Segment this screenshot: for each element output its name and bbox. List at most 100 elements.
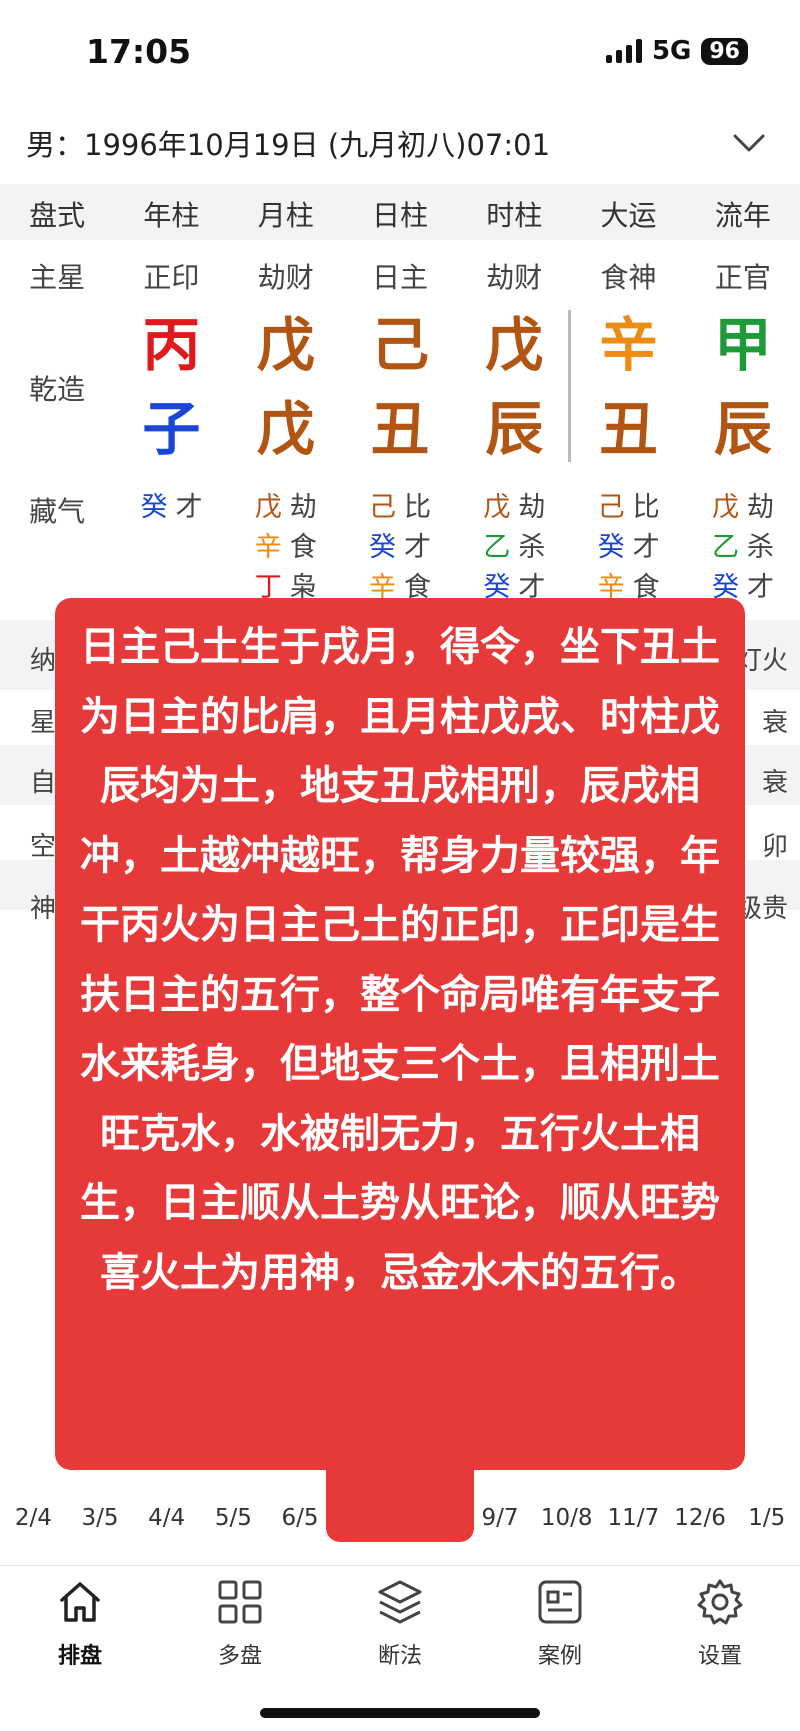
- hidden-stem-god: 才: [175, 492, 203, 523]
- home-icon: [60, 1582, 100, 1622]
- table-header-row: 盘式 年柱 月柱 日柱 时柱 大运 流年: [0, 194, 800, 234]
- battery-icon: 96: [701, 37, 748, 65]
- grid-icon: [218, 1580, 262, 1624]
- layers-icon: [378, 1580, 422, 1624]
- tab-label: 设置: [697, 1644, 742, 1669]
- row-value: 衰: [761, 768, 788, 798]
- header-cell: 盘式: [29, 199, 86, 232]
- tab-anli[interactable]: 案例: [480, 1566, 640, 1731]
- header-cell: 大运: [600, 199, 657, 232]
- header-cell: 年柱: [143, 199, 200, 232]
- tab-label: 断法: [377, 1644, 422, 1669]
- earthly-branch[interactable]: 辰: [457, 400, 571, 458]
- tab-label: 多盘: [217, 1644, 262, 1669]
- hidden-stem-column: 戊劫辛食丁枭: [229, 488, 343, 608]
- hidden-stem-column: 戊劫乙杀癸才: [686, 488, 800, 608]
- hidden-stem-god: 比: [404, 492, 432, 523]
- hidden-stem-entry: 癸才: [572, 528, 686, 568]
- home-indicator: [260, 1708, 540, 1718]
- main-star-row: 主星 正印 劫财 日主 劫财 食神 正官: [0, 256, 800, 296]
- branch-row: 子 戊 丑 辰 丑 辰: [0, 400, 800, 458]
- hidden-stem-god: 杀: [746, 532, 774, 563]
- heavenly-stem[interactable]: 己: [343, 316, 457, 374]
- row-label: 纳: [30, 646, 57, 676]
- hidden-stem-char: 乙: [711, 532, 739, 563]
- row-value: 卯: [761, 832, 788, 862]
- column-divider: [568, 310, 571, 462]
- card-icon: [538, 1580, 582, 1624]
- main-star: 正官: [714, 261, 771, 294]
- row-label: 自: [30, 768, 57, 798]
- hidden-stem-god: 比: [632, 492, 660, 523]
- row-value: 衰: [761, 708, 788, 738]
- main-star: 劫财: [257, 261, 314, 294]
- tab-paipan[interactable]: 排盘: [0, 1566, 160, 1731]
- hidden-stem-entry: 癸才: [114, 488, 228, 528]
- earthly-branch[interactable]: 丑: [343, 400, 457, 458]
- date-cell: 12/6: [674, 1505, 726, 1531]
- hidden-stem-god: 劫: [289, 492, 317, 523]
- hidden-stem-char: 戊: [711, 492, 739, 523]
- heavenly-stem[interactable]: 辛: [571, 316, 685, 374]
- header-cell: 日柱: [371, 199, 428, 232]
- date-cell: 4/4: [148, 1505, 186, 1531]
- heavenly-stem[interactable]: 甲: [686, 316, 800, 374]
- tab-duopan[interactable]: 多盘: [160, 1566, 320, 1731]
- hidden-stem-char: 辛: [254, 532, 282, 563]
- tab-label: 案例: [537, 1644, 582, 1669]
- date-cell: 2/4: [14, 1505, 52, 1531]
- date-cell: 10/8: [540, 1505, 593, 1531]
- hidden-stem-entry: 戊劫: [457, 488, 571, 528]
- row-label: 主星: [29, 261, 86, 294]
- hidden-stem-entry: 乙杀: [686, 528, 800, 568]
- hidden-stem-char: 戊: [483, 492, 511, 523]
- hidden-stem-char: 戊: [254, 492, 282, 523]
- date-cell: [333, 1505, 400, 1565]
- status-time: 17:05: [86, 32, 192, 71]
- hidden-stem-god: 才: [746, 572, 774, 603]
- hidden-stem-god: 才: [632, 532, 660, 563]
- hidden-stem-entry: 己比: [343, 488, 457, 528]
- hidden-stem-column: 己比癸才辛食: [572, 488, 686, 608]
- tab-label: 排盘: [57, 1644, 102, 1669]
- hidden-stem-char: 乙: [483, 532, 511, 563]
- date-cell: [400, 1505, 467, 1565]
- hidden-stem-entry: 己比: [572, 488, 686, 528]
- hidden-stem-column: 癸才: [114, 488, 228, 528]
- profile-info: 男：1996年10月19日 (九月初八)07:01: [26, 128, 551, 162]
- profile-header[interactable]: 男：1996年10月19日 (九月初八)07:01: [0, 108, 800, 178]
- date-cell: 5/5: [214, 1505, 252, 1531]
- earthly-branch[interactable]: 戊: [229, 400, 343, 458]
- hidden-stem-entry: 戊劫: [229, 488, 343, 528]
- row-label: 空: [30, 832, 57, 862]
- earthly-branch[interactable]: 丑: [571, 400, 685, 458]
- analysis-text: 日主己土生于戌月，得令，坐下丑土为日主的比肩，且月柱戊戌、时柱戊辰均为土，地支丑…: [80, 623, 720, 1296]
- earthly-branch[interactable]: 辰: [686, 400, 800, 458]
- hidden-stem-column: 戊劫乙杀癸才: [457, 488, 571, 608]
- hidden-stem-entry: 辛食: [229, 528, 343, 568]
- date-cell: 1/5: [748, 1505, 786, 1531]
- solar-term-dates: 2/4 3/5 4/4 5/5 6/5 9/7 10/8 11/7 12/6 1…: [0, 1505, 800, 1565]
- hidden-stem-char: 己: [369, 492, 397, 523]
- hidden-stem-god: 劫: [518, 492, 546, 523]
- gear-icon: [697, 1579, 743, 1625]
- row-label: 星: [30, 708, 57, 738]
- row-label: 神: [30, 894, 57, 924]
- tab-duanfa[interactable]: 断法: [320, 1566, 480, 1731]
- main-star: 劫财: [486, 261, 543, 294]
- date-cell: 6/5: [281, 1505, 319, 1531]
- hidden-stem-entry: 乙杀: [457, 528, 571, 568]
- heavenly-stem[interactable]: 戊: [229, 316, 343, 374]
- heavenly-stem[interactable]: 戊: [457, 316, 571, 374]
- earthly-branch[interactable]: 子: [114, 400, 228, 458]
- status-bar: 17:05 5G 96: [0, 0, 800, 100]
- tab-shezhi[interactable]: 设置: [640, 1566, 800, 1731]
- hidden-stem-char: 己: [597, 492, 625, 523]
- status-indicators: 5G 96: [605, 36, 748, 66]
- header-cell: 流年: [714, 199, 771, 232]
- date-cell: 9/7: [481, 1505, 519, 1531]
- hidden-stem-entry: 戊劫: [686, 488, 800, 528]
- stem-row: 丙 戊 己 戊 辛 甲: [0, 316, 800, 374]
- heavenly-stem[interactable]: 丙: [114, 316, 228, 374]
- chevron-down-icon[interactable]: [732, 126, 766, 160]
